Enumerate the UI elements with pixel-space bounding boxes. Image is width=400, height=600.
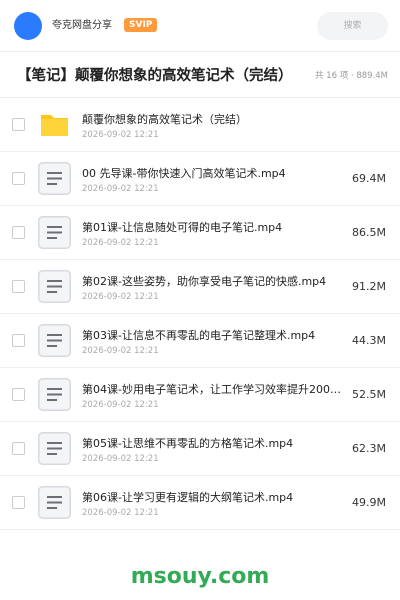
file-icon [38,324,71,357]
file-name[interactable]: 第01课-让信息随处可得的电子笔记.mp4 [82,220,344,236]
file-size: 44.3M [352,334,386,347]
svip-badge: SVIP [124,18,158,32]
row-checkbox[interactable] [12,172,25,185]
file-icon [38,378,71,411]
file-row[interactable]: 第03课-让信息不再零乱的电子笔记整理术.mp4 2026-09-02 12:21… [0,314,400,368]
row-checkbox[interactable] [12,496,25,509]
file-icon [38,162,71,195]
file-date: 2026-09-02 12:21 [82,292,159,302]
file-date: 2026-09-02 12:21 [82,508,159,518]
row-checkbox[interactable] [12,442,25,455]
watermark-text: msouy.com [130,564,270,589]
file-name[interactable]: 第04课-妙用电子笔记术，让工作学习效率提升200… [82,382,344,398]
file-name[interactable]: 第02课-这些姿势，助你享受电子笔记的快感.mp4 [82,274,344,290]
file-icon [38,270,71,303]
file-size: 52.5M [352,388,386,401]
file-name[interactable]: 00 先导课-带你快速入门高效笔记术.mp4 [82,166,344,182]
file-row[interactable]: 00 先导课-带你快速入门高效笔记术.mp4 2026-09-02 12:21 69… [0,152,400,206]
file-name[interactable]: 第05课-让思维不再零乱的方格笔记术.mp4 [82,436,344,452]
file-row[interactable]: 第02课-这些姿势，助你享受电子笔记的快感.mp4 2026-09-02 12:2… [0,260,400,314]
file-size: 86.5M [352,226,386,239]
file-row[interactable]: 第06课-让学习更有逻辑的大纲笔记术.mp4 2026-09-02 12:21 49… [0,476,400,530]
file-name[interactable]: 第03课-让信息不再零乱的电子笔记整理术.mp4 [82,328,344,344]
file-size: 91.2M [352,280,386,293]
file-row[interactable]: 第01课-让信息随处可得的电子笔记.mp4 2026-09-02 12:21 86.… [0,206,400,260]
file-date: 2026-09-02 12:21 [82,238,159,248]
row-checkbox[interactable] [12,280,25,293]
top-header: 夸克网盘分享 SVIP 搜索 [0,0,400,52]
file-date: 2026-09-02 12:21 [82,346,159,356]
row-checkbox[interactable] [12,334,25,347]
file-icon [38,216,71,249]
folder-row[interactable]: 颠覆你想象的高效笔记术（完结） 2026-09-02 12:21 [0,98,400,152]
file-icon [38,432,71,465]
file-date: 2026-09-02 12:21 [82,184,159,194]
file-size: 49.9M [352,496,386,509]
file-size: 69.4M [352,172,386,185]
file-date: 2026-09-02 12:21 [82,400,159,410]
item-count-info: 共 16 项 · 889.4M [315,71,388,81]
folder-title-bar: 【笔记】颠覆你想象的高效笔记术（完结） 共 16 项 · 889.4M [0,52,400,98]
file-name[interactable]: 第06课-让学习更有逻辑的大纲笔记术.mp4 [82,490,344,506]
row-checkbox[interactable] [12,118,25,131]
row-checkbox[interactable] [12,226,25,239]
file-icon [38,486,71,519]
file-row[interactable]: 第04课-妙用电子笔记术，让工作学习效率提升200… 2026-09-02 12:… [0,368,400,422]
file-date: 2026-09-02 12:21 [82,454,159,464]
file-row[interactable]: 第05课-让思维不再零乱的方格笔记术.mp4 2026-09-02 12:21 62… [0,422,400,476]
file-name[interactable]: 颠覆你想象的高效笔记术（完结） [82,112,344,128]
search-input[interactable]: 搜索 [317,12,388,40]
row-checkbox[interactable] [12,388,25,401]
user-name[interactable]: 夸克网盘分享 [52,19,112,33]
file-date: 2026-09-02 12:21 [82,130,159,140]
avatar[interactable] [14,12,42,40]
file-size: 62.3M [352,442,386,455]
folder-icon [38,108,71,141]
page-title: 【笔记】颠覆你想象的高效笔记术（完结） [17,68,293,84]
